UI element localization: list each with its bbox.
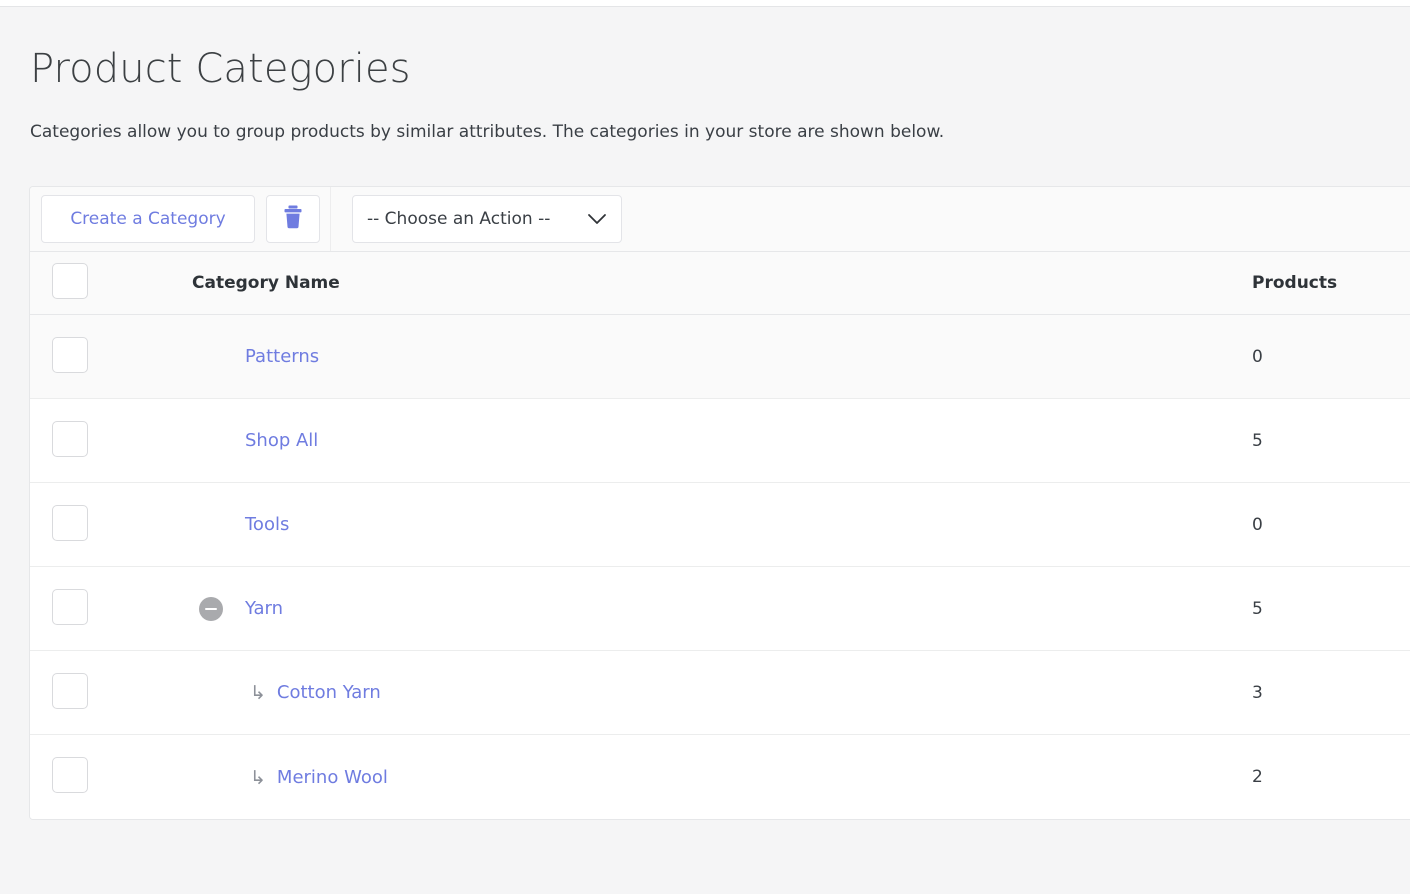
category-name-cell: ↳ Cotton Yarn	[192, 651, 1252, 735]
categories-table: Category Name Products Patterns 0 Shop All…	[30, 251, 1410, 819]
row-select-cell	[30, 399, 192, 483]
row-checkbox[interactable]	[52, 588, 88, 625]
table-head: Category Name Products	[30, 251, 1410, 315]
column-header-products: Products	[1252, 273, 1338, 294]
category-name-wrapper: Shop All	[192, 430, 1252, 451]
delete-selected-button[interactable]	[266, 194, 320, 243]
category-name-cell: Shop All	[192, 399, 1252, 483]
row-select-cell	[30, 315, 192, 399]
product-count: 5	[1252, 430, 1263, 451]
category-link[interactable]: Merino Wool	[277, 767, 388, 788]
select-all-checkbox[interactable]	[52, 263, 88, 300]
category-link[interactable]: Shop All	[245, 430, 318, 451]
category-name-cell: Patterns	[192, 315, 1252, 399]
table-row: Tools 0	[30, 482, 1410, 567]
row-select-cell	[30, 735, 192, 819]
categories-card: Create a Category -- Choose an Action --	[29, 185, 1410, 820]
chevron-down-icon	[581, 213, 607, 225]
product-count: 0	[1252, 346, 1263, 367]
row-checkbox[interactable]	[52, 420, 88, 457]
column-header-category-name: Category Name	[192, 273, 340, 294]
child-branch-arrow-icon: ↳	[250, 682, 266, 705]
category-name-cell: Tools	[192, 483, 1252, 567]
category-link[interactable]: Yarn	[245, 598, 283, 619]
create-category-button[interactable]: Create a Category	[41, 194, 255, 243]
row-checkbox[interactable]	[52, 757, 88, 794]
row-select-cell	[30, 651, 192, 735]
tree-toggle-slot	[199, 596, 245, 621]
page-container: Product Categories Categories allow you …	[0, 8, 1410, 894]
row-checkbox[interactable]	[52, 336, 88, 373]
trash-icon	[283, 205, 303, 232]
collapse-minus-icon[interactable]	[199, 596, 223, 621]
product-count: 5	[1252, 598, 1263, 619]
action-select-wrapper: -- Choose an Action --	[352, 194, 622, 243]
toolbar-divider	[330, 186, 331, 252]
table-row: Yarn 5	[30, 566, 1410, 651]
category-name-wrapper: Tools	[192, 514, 1252, 535]
row-checkbox[interactable]	[52, 672, 88, 709]
top-chrome-strip	[0, 0, 1410, 7]
product-count: 0	[1252, 514, 1263, 535]
row-select-cell	[30, 567, 192, 651]
table-row: Shop All 5	[30, 398, 1410, 483]
select-all-cell	[30, 252, 192, 315]
page-description: Categories allow you to group products b…	[30, 122, 945, 142]
table-row: ↳ Merino Wool 2	[30, 734, 1410, 819]
category-link[interactable]: Cotton Yarn	[277, 682, 381, 703]
category-link[interactable]: Patterns	[245, 346, 319, 367]
category-name-wrapper: Yarn	[192, 596, 1252, 621]
category-name-wrapper: ↳ Merino Wool	[192, 767, 1252, 788]
category-name-cell: ↳ Merino Wool	[192, 735, 1252, 819]
category-name-wrapper: ↳ Cotton Yarn	[192, 682, 1252, 703]
product-count: 2	[1252, 767, 1263, 788]
row-select-cell	[30, 483, 192, 567]
table-body: Patterns 0 Shop All 5 Tools 0 Yarn 5 ↳ Cotton Yar…	[30, 314, 1410, 819]
table-header-row: Category Name Products	[30, 251, 1410, 315]
table-row: ↳ Cotton Yarn 3	[30, 650, 1410, 735]
table-row: Patterns 0	[30, 314, 1410, 399]
page-title: Product Categories	[30, 46, 411, 92]
category-name-cell: Yarn	[192, 567, 1252, 651]
category-link[interactable]: Tools	[245, 514, 289, 535]
choose-action-select[interactable]: -- Choose an Action --	[352, 194, 622, 243]
child-branch-arrow-icon: ↳	[250, 766, 266, 789]
table-toolbar: Create a Category -- Choose an Action --	[30, 186, 1410, 252]
minus-bar	[205, 607, 217, 611]
product-count: 3	[1252, 682, 1263, 703]
row-checkbox[interactable]	[52, 504, 88, 541]
choose-action-selected-value: -- Choose an Action --	[367, 208, 551, 229]
category-name-wrapper: Patterns	[192, 346, 1252, 367]
